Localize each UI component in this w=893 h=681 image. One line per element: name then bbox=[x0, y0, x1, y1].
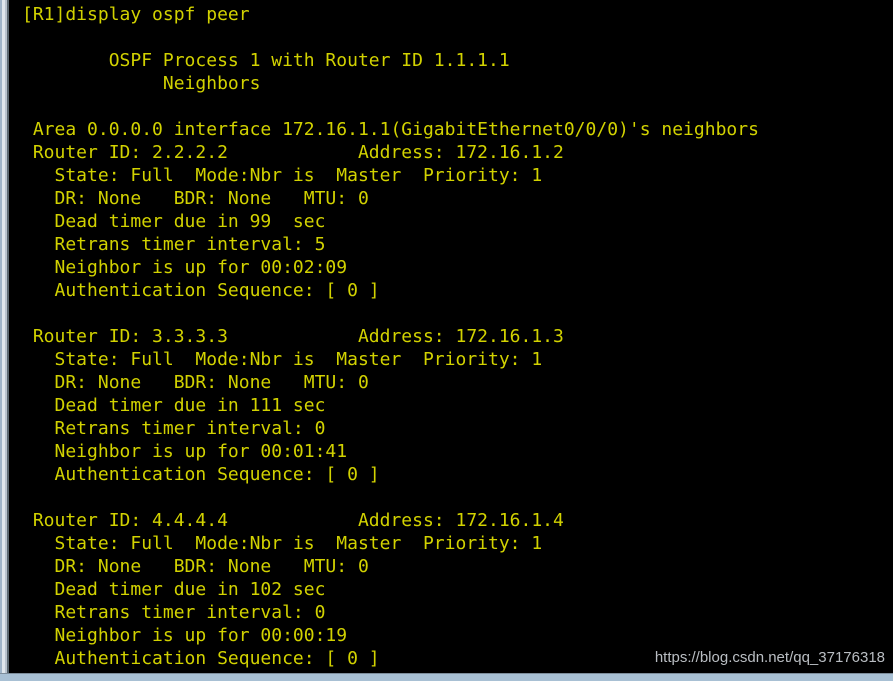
console-line: Authentication Sequence: [ 0 ] bbox=[22, 464, 380, 485]
console-line: Router ID: 2.2.2.2 Address: 172.16.1.2 bbox=[22, 142, 564, 163]
console-line: OSPF Process 1 with Router ID 1.1.1.1 bbox=[22, 50, 510, 71]
console-line: Retrans timer interval: 0 bbox=[22, 602, 326, 623]
console-line: Router ID: 3.3.3.3 Address: 172.16.1.3 bbox=[22, 326, 564, 347]
console-line: Dead timer due in 99 sec bbox=[22, 211, 326, 232]
watermark-url: https://blog.csdn.net/qq_37176318 bbox=[654, 649, 885, 666]
console-line: Router ID: 4.4.4.4 Address: 172.16.1.4 bbox=[22, 510, 564, 531]
console-line: Neighbor is up for 00:01:41 bbox=[22, 441, 348, 462]
console-line: Area 0.0.0.0 interface 172.16.1.1(Gigabi… bbox=[22, 119, 759, 140]
console-line: Dead timer due in 111 sec bbox=[22, 395, 326, 416]
console-line: State: Full Mode:Nbr is Master Priority:… bbox=[22, 533, 543, 554]
console-output-area[interactable]: [R1]display ospf peer OSPF Process 1 wit… bbox=[9, 0, 893, 673]
console-line: Retrans timer interval: 5 bbox=[22, 234, 326, 255]
terminal-window: [R1]display ospf peer OSPF Process 1 wit… bbox=[0, 0, 893, 681]
console-line: DR: None BDR: None MTU: 0 bbox=[22, 556, 369, 577]
console-line: Neighbor is up for 00:00:19 bbox=[22, 625, 348, 646]
console-line: DR: None BDR: None MTU: 0 bbox=[22, 188, 369, 209]
console-line: State: Full Mode:Nbr is Master Priority:… bbox=[22, 349, 543, 370]
console-line: Dead timer due in 102 sec bbox=[22, 579, 326, 600]
console-line: Neighbors bbox=[22, 73, 261, 94]
console-line: Neighbor is up for 00:02:09 bbox=[22, 257, 348, 278]
console-line: [R1]display ospf peer bbox=[22, 4, 250, 25]
console-line: Retrans timer interval: 0 bbox=[22, 418, 326, 439]
window-left-frame-strip bbox=[0, 0, 9, 673]
console-line: DR: None BDR: None MTU: 0 bbox=[22, 372, 369, 393]
window-bottom-frame-strip bbox=[0, 673, 893, 681]
console-line: State: Full Mode:Nbr is Master Priority:… bbox=[22, 165, 543, 186]
console-line: Authentication Sequence: [ 0 ] bbox=[22, 280, 380, 301]
